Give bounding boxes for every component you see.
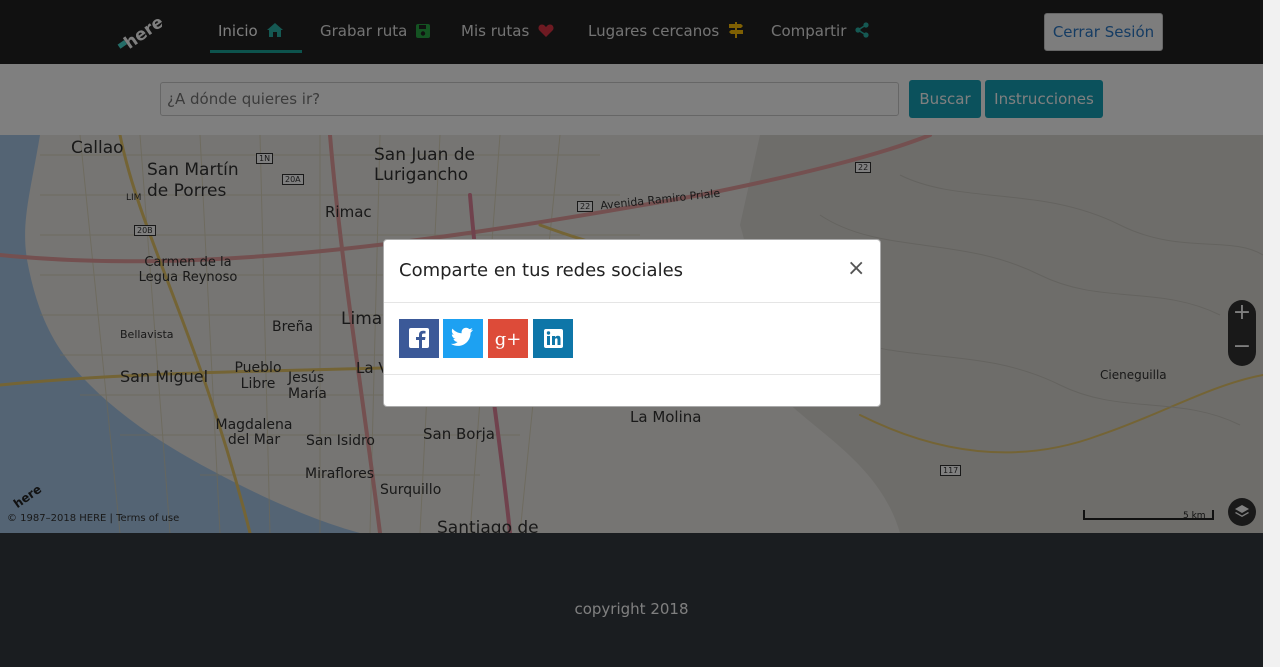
page-scrollbar[interactable] bbox=[1263, 0, 1280, 667]
google-plus-icon: g+ bbox=[495, 329, 522, 350]
linkedin-icon bbox=[544, 329, 563, 348]
svg-text:g+: g+ bbox=[495, 329, 522, 350]
facebook-icon bbox=[409, 328, 429, 348]
modal-divider bbox=[384, 374, 880, 375]
twitter-share-button[interactable] bbox=[443, 319, 483, 358]
share-modal: Comparte en tus redes sociales × g+ bbox=[383, 239, 881, 407]
modal-close-button[interactable]: × bbox=[847, 256, 865, 282]
facebook-share-button[interactable] bbox=[399, 319, 439, 358]
google-plus-share-button[interactable]: g+ bbox=[488, 319, 528, 358]
modal-title: Comparte en tus redes sociales bbox=[399, 260, 684, 281]
modal-divider bbox=[384, 302, 880, 303]
twitter-icon bbox=[450, 327, 473, 346]
linkedin-share-button[interactable] bbox=[533, 319, 573, 358]
